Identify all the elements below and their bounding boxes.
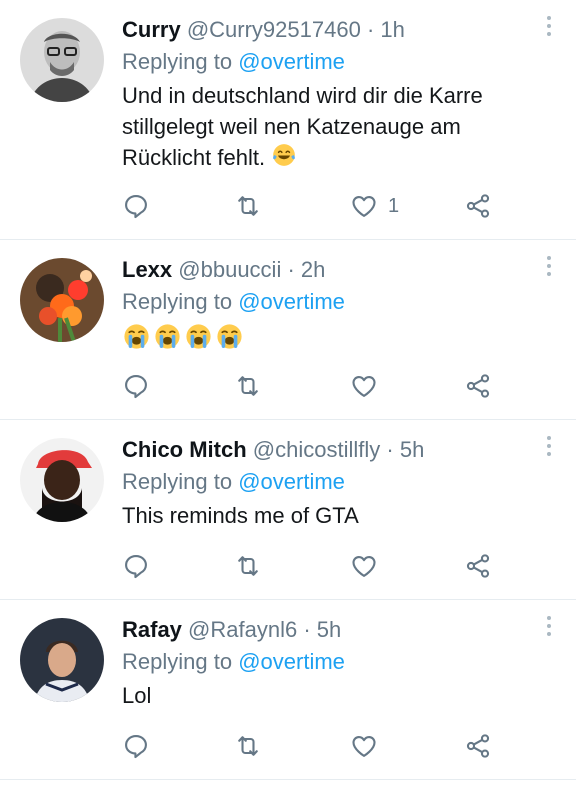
- action-bar: [122, 550, 536, 582]
- like-button[interactable]: [350, 730, 378, 762]
- reply-item[interactable]: Curry @Curry92517460 · 1h Replying to @o…: [0, 0, 576, 240]
- share-icon: [464, 372, 492, 400]
- tears-of-joy-emoji-icon: [271, 142, 297, 176]
- like-button[interactable]: [350, 370, 378, 402]
- reply-text: This reminds me of GTA: [122, 503, 359, 528]
- retweet-button[interactable]: [234, 550, 262, 582]
- share-icon: [464, 552, 492, 580]
- heart-icon: [350, 192, 378, 220]
- retweet-icon: [234, 192, 262, 220]
- separator: ·: [303, 617, 311, 642]
- reply-button[interactable]: [122, 190, 150, 222]
- replying-to-label: Replying to: [122, 469, 233, 494]
- replying-to-line: Replying to @overtime: [122, 466, 526, 498]
- reply-icon: [122, 192, 150, 220]
- reply-text-body: Und in deutschland wird dir die Karre st…: [122, 83, 483, 170]
- separator: ·: [287, 257, 295, 282]
- replying-to-line: Replying to @overtime: [122, 646, 526, 678]
- more-options-icon[interactable]: [544, 16, 554, 40]
- reply-text: Und in deutschland wird dir die Karre st…: [122, 80, 526, 176]
- more-options-icon[interactable]: [544, 436, 554, 460]
- avatar[interactable]: [20, 438, 104, 522]
- reply-icon: [122, 372, 150, 400]
- action-bar: 1: [122, 190, 536, 222]
- reply-header: Curry @Curry92517460 · 1h: [122, 14, 526, 46]
- display-name[interactable]: Curry: [122, 17, 181, 42]
- replying-to-label: Replying to: [122, 49, 233, 74]
- replying-to-line: Replying to @overtime: [122, 286, 526, 318]
- reply-header: Chico Mitch @chicostillfly · 5h: [122, 434, 526, 466]
- reply-header: Rafay @Rafaynl6 · 5h: [122, 614, 526, 646]
- action-bar: [122, 370, 536, 402]
- reply-item[interactable]: Lexx @bbuuccii · 2h Replying to @overtim…: [0, 240, 576, 420]
- loudly-crying-face-emoji-icon: [153, 322, 182, 351]
- heart-icon: [350, 552, 378, 580]
- share-icon: [464, 732, 492, 760]
- like-button[interactable]: [350, 550, 378, 582]
- retweet-icon: [234, 552, 262, 580]
- share-icon: [464, 192, 492, 220]
- share-button[interactable]: [464, 730, 492, 762]
- loudly-crying-face-emoji-icon: [215, 322, 244, 351]
- reply-icon: [122, 732, 150, 760]
- loudly-crying-face-emoji-icon: [122, 322, 151, 351]
- replying-to-label: Replying to: [122, 289, 233, 314]
- loudly-crying-face-emoji-icon: [184, 322, 213, 351]
- action-bar: [122, 730, 536, 762]
- reply-emoji-row: [122, 322, 526, 351]
- retweet-icon: [234, 732, 262, 760]
- avatar[interactable]: [20, 258, 104, 342]
- more-options-icon[interactable]: [544, 616, 554, 640]
- user-handle[interactable]: @Curry92517460: [187, 17, 361, 42]
- reply-icon: [122, 552, 150, 580]
- share-button[interactable]: [464, 370, 492, 402]
- reply-button[interactable]: [122, 370, 150, 402]
- separator: ·: [366, 17, 375, 42]
- separator: ·: [386, 437, 394, 462]
- timestamp[interactable]: 1h: [380, 17, 404, 42]
- retweet-button[interactable]: [234, 370, 262, 402]
- reply-item[interactable]: Chico Mitch @chicostillfly · 5h Replying…: [0, 420, 576, 600]
- reply-header: Lexx @bbuuccii · 2h: [122, 254, 526, 286]
- retweet-icon: [234, 372, 262, 400]
- heart-icon: [350, 732, 378, 760]
- like-count: 1: [388, 194, 400, 217]
- avatar[interactable]: [20, 18, 104, 102]
- like-button[interactable]: 1: [350, 190, 399, 222]
- replying-to-label: Replying to: [122, 649, 233, 674]
- share-button[interactable]: [464, 190, 492, 222]
- reply-button[interactable]: [122, 730, 150, 762]
- display-name[interactable]: Lexx: [122, 257, 172, 282]
- mention-link[interactable]: @overtime: [238, 469, 345, 494]
- timestamp[interactable]: 5h: [400, 437, 424, 462]
- user-handle[interactable]: @Rafaynl6: [188, 617, 297, 642]
- user-handle[interactable]: @chicostillfly: [253, 437, 380, 462]
- replying-to-line: Replying to @overtime: [122, 46, 526, 78]
- timestamp[interactable]: 5h: [317, 617, 341, 642]
- user-handle[interactable]: @bbuuccii: [178, 257, 281, 282]
- reply-button[interactable]: [122, 550, 150, 582]
- mention-link[interactable]: @overtime: [238, 649, 345, 674]
- display-name[interactable]: Chico Mitch: [122, 437, 247, 462]
- retweet-button[interactable]: [234, 190, 262, 222]
- retweet-button[interactable]: [234, 730, 262, 762]
- mention-link[interactable]: @overtime: [238, 49, 345, 74]
- timestamp[interactable]: 2h: [301, 257, 325, 282]
- avatar[interactable]: [20, 618, 104, 702]
- share-button[interactable]: [464, 550, 492, 582]
- reply-text: Lol: [122, 683, 152, 708]
- mention-link[interactable]: @overtime: [238, 289, 345, 314]
- display-name[interactable]: Rafay: [122, 617, 182, 642]
- more-options-icon[interactable]: [544, 256, 554, 280]
- heart-icon: [350, 372, 378, 400]
- reply-item[interactable]: Rafay @Rafaynl6 · 5h Replying to @overti…: [0, 600, 576, 780]
